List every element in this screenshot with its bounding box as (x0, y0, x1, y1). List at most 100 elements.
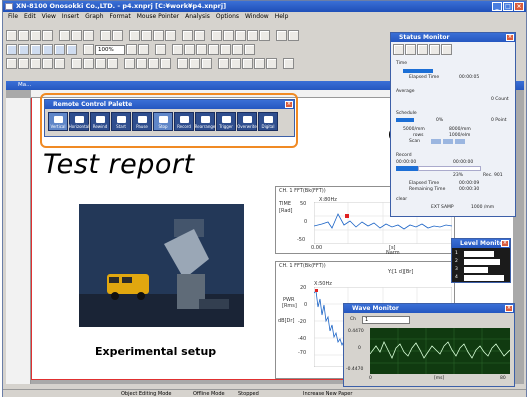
group-icon[interactable] (182, 30, 193, 41)
copy-icon[interactable] (141, 30, 152, 41)
graph-17-icon[interactable] (218, 58, 229, 69)
remote-record-button[interactable]: Record (174, 112, 194, 131)
print-preview-icon[interactable] (71, 30, 82, 41)
pointer-icon[interactable] (172, 44, 183, 55)
sm-clear-label[interactable]: clear (396, 197, 407, 202)
minimize-button[interactable]: _ (492, 2, 502, 11)
open-icon[interactable] (18, 30, 29, 41)
remote-overwrite-button[interactable]: Overwrite (237, 112, 257, 131)
wave-monitor-titlebar[interactable]: Wave Monitor × (344, 304, 514, 313)
experiment-photo[interactable] (79, 204, 244, 327)
status-tab-5-icon[interactable] (441, 44, 452, 55)
graph-9-icon[interactable] (107, 58, 118, 69)
menu-graph[interactable]: Graph (85, 12, 103, 21)
grid-icon[interactable] (155, 44, 166, 55)
align-top-icon[interactable] (247, 30, 258, 41)
graph-13-icon[interactable] (160, 58, 171, 69)
graph-4-icon[interactable] (42, 58, 53, 69)
menu-help[interactable]: Help (275, 12, 289, 21)
status-monitor-titlebar[interactable]: Status Monitor × (391, 33, 515, 42)
graph-19-icon[interactable] (242, 58, 253, 69)
graph-1-icon[interactable] (6, 58, 17, 69)
layout-3-icon[interactable] (30, 44, 41, 55)
remote-rearrange-button[interactable]: Rearrange (195, 112, 215, 131)
graph-11-icon[interactable] (136, 58, 147, 69)
polyline-tool-icon[interactable] (244, 44, 255, 55)
graph-18-icon[interactable] (230, 58, 241, 69)
image-icon[interactable] (184, 44, 195, 55)
bring-front-icon[interactable] (276, 30, 287, 41)
remote-digital-button[interactable]: Digital (258, 112, 278, 131)
layout-4-icon[interactable] (42, 44, 53, 55)
status-tab-1-icon[interactable] (393, 44, 404, 55)
graph-16-icon[interactable] (201, 58, 212, 69)
menu-format[interactable]: Format (110, 12, 131, 21)
sm-scan-button-3[interactable] (455, 139, 465, 144)
layout-5-icon[interactable] (54, 44, 65, 55)
zoom-out-icon[interactable] (138, 44, 149, 55)
remote-vertical-button[interactable]: Vertical (48, 112, 68, 131)
graph-3-icon[interactable] (30, 58, 41, 69)
menu-options[interactable]: Options (216, 12, 239, 21)
new-file-icon[interactable] (6, 30, 17, 41)
text-tool-icon[interactable] (196, 44, 207, 55)
graph-20-icon[interactable] (254, 58, 265, 69)
report-title[interactable]: Test report (43, 149, 195, 180)
graph-5-icon[interactable] (54, 58, 65, 69)
wave-monitor-close-button[interactable]: × (505, 305, 513, 312)
send-back-icon[interactable] (288, 30, 299, 41)
save-as-icon[interactable] (42, 30, 53, 41)
zoom-select[interactable]: 100% (95, 44, 125, 55)
remote-pause-button[interactable]: Pause (132, 112, 152, 131)
graph-6-icon[interactable] (71, 58, 82, 69)
graph-7-icon[interactable] (83, 58, 94, 69)
ellipse-tool-icon[interactable] (220, 44, 231, 55)
close-button[interactable]: × (514, 2, 524, 11)
save-icon[interactable] (30, 30, 41, 41)
maximize-button[interactable]: □ (503, 2, 513, 11)
menu-edit[interactable]: Edit (24, 12, 36, 21)
remote-palette-close-button[interactable]: × (285, 101, 293, 108)
graph-22-icon[interactable] (283, 58, 294, 69)
remote-stop-button[interactable]: Stop (153, 112, 173, 131)
remote-start-button[interactable]: Start (111, 112, 131, 131)
layout-6-icon[interactable] (66, 44, 77, 55)
menu-analysis[interactable]: Analysis (185, 12, 210, 21)
export-icon[interactable] (83, 30, 94, 41)
rectangle-tool-icon[interactable] (208, 44, 219, 55)
menu-file[interactable]: File (8, 12, 18, 21)
status-tab-3-icon[interactable] (417, 44, 428, 55)
menu-insert[interactable]: Insert (62, 12, 79, 21)
menu-view[interactable]: View (42, 12, 56, 21)
graph-15-icon[interactable] (189, 58, 200, 69)
graph-21-icon[interactable] (266, 58, 277, 69)
align-center-icon[interactable] (223, 30, 234, 41)
ungroup-icon[interactable] (194, 30, 205, 41)
print-icon[interactable] (59, 30, 70, 41)
remote-rewind-button[interactable]: Rewind (90, 112, 110, 131)
sm-scan-button-2[interactable] (443, 139, 453, 144)
cut-icon[interactable] (129, 30, 140, 41)
status-monitor-close-button[interactable]: × (506, 34, 514, 41)
undo-icon[interactable] (100, 30, 111, 41)
layout-2-icon[interactable] (18, 44, 29, 55)
paste-icon[interactable] (153, 30, 164, 41)
status-tab-2-icon[interactable] (405, 44, 416, 55)
zoom-in-icon[interactable] (126, 44, 137, 55)
level-monitor-close-button[interactable]: × (501, 240, 509, 247)
wave-ch-select[interactable]: 1 (362, 316, 410, 324)
redo-icon[interactable] (112, 30, 123, 41)
status-tab-4-icon[interactable] (429, 44, 440, 55)
photo-caption[interactable]: Experimental setup (95, 345, 216, 358)
delete-icon[interactable] (165, 30, 176, 41)
align-right-icon[interactable] (235, 30, 246, 41)
graph-2-icon[interactable] (18, 58, 29, 69)
line-tool-icon[interactable] (232, 44, 243, 55)
layout-1-icon[interactable] (6, 44, 17, 55)
graph-14-icon[interactable] (177, 58, 188, 69)
sm-scan-button-1[interactable] (431, 139, 441, 144)
align-left-icon[interactable] (211, 30, 222, 41)
menu-mouse-pointer[interactable]: Mouse Pointer (137, 12, 179, 21)
graph-8-icon[interactable] (95, 58, 106, 69)
remote-trigger-button[interactable]: Trigger (216, 112, 236, 131)
